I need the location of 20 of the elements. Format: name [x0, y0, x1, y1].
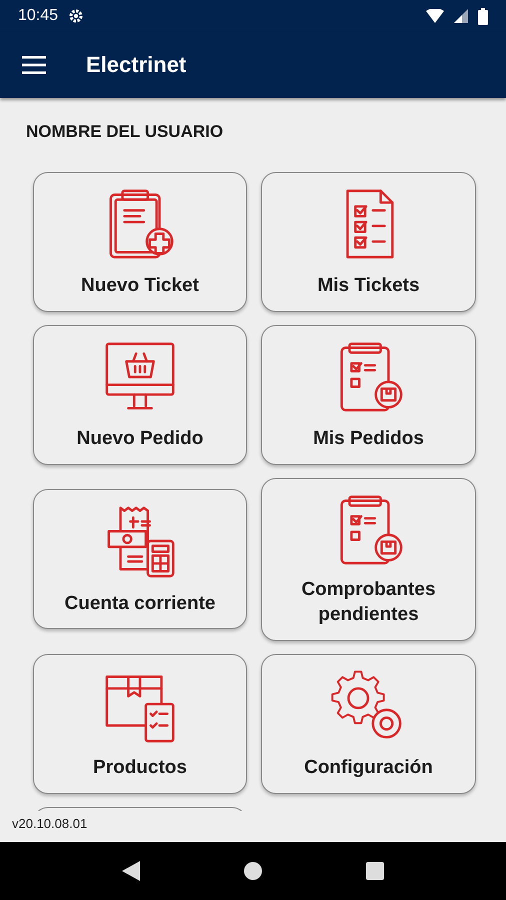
signal-icon — [454, 9, 468, 23]
menu-tile[interactable]: Cuenta corriente — [33, 489, 247, 630]
wifi-icon — [426, 9, 444, 23]
home-icon[interactable] — [242, 861, 263, 881]
gear-icon — [68, 8, 84, 24]
recents-icon[interactable] — [366, 862, 384, 880]
back-icon[interactable] — [122, 861, 140, 881]
app-title: Electrinet — [86, 52, 186, 78]
menu-tile[interactable]: Mis Tickets — [261, 172, 476, 312]
version-label: v20.10.08.01 — [12, 816, 88, 832]
menu-tile[interactable]: Nuevo Pedido — [33, 324, 247, 465]
menu-tile[interactable]: Nuevo Ticket — [33, 172, 247, 312]
menu-tile[interactable]: Comprobantes pendientes — [261, 478, 476, 641]
menu-tile[interactable]: Productos — [33, 654, 247, 794]
menu-tile[interactable]: Mis Pedidos — [261, 324, 476, 465]
menu-tile[interactable]: Configuración — [261, 654, 476, 794]
user-name-heading: NOMBRE DEL USUARIO — [26, 122, 224, 141]
menu-icon[interactable] — [22, 56, 46, 74]
status-time: 10:45 — [18, 7, 58, 25]
battery-icon — [478, 8, 488, 24]
